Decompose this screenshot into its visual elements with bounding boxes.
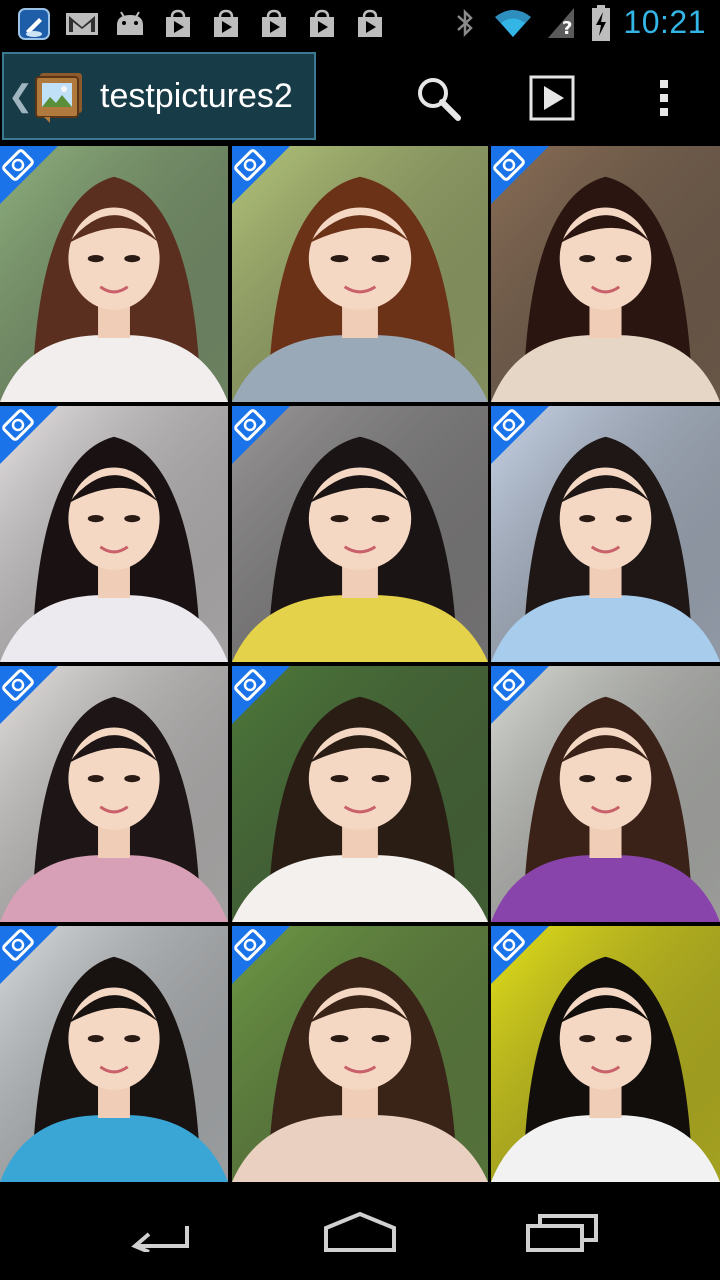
camera-icon xyxy=(491,406,549,464)
up-navigation-button[interactable]: ❮ testpictures2 xyxy=(2,52,316,140)
navigation-bar xyxy=(0,1184,720,1280)
search-icon xyxy=(418,78,461,121)
chevron-left-icon: ❮ xyxy=(8,79,34,113)
camera-icon xyxy=(0,926,58,984)
album-title: testpictures2 xyxy=(100,76,293,115)
recent-apps-icon xyxy=(526,1214,598,1252)
signal-no-sim-icon: ? xyxy=(543,5,579,41)
bluetooth-icon xyxy=(447,5,483,41)
camera-icon xyxy=(491,926,549,984)
android-debug-icon xyxy=(112,6,148,42)
search-button[interactable] xyxy=(412,72,464,124)
recent-apps-button[interactable] xyxy=(522,1204,602,1260)
photo-thumbnail[interactable] xyxy=(491,666,720,922)
camera-icon xyxy=(491,666,549,724)
camera-icon xyxy=(232,146,290,204)
photo-thumbnail[interactable] xyxy=(491,146,720,402)
photo-thumbnail[interactable] xyxy=(0,406,228,662)
photo-grid xyxy=(0,146,720,1184)
gallery-app-icon xyxy=(30,67,88,125)
photo-thumbnail[interactable] xyxy=(232,146,488,402)
play-store-download-icon xyxy=(256,6,292,42)
photo-thumbnail[interactable] xyxy=(491,926,720,1182)
camera-icon xyxy=(232,406,290,464)
camera-icon xyxy=(0,666,58,724)
camera-icon xyxy=(232,666,290,724)
overflow-menu-icon xyxy=(660,80,668,116)
app-launcher-icon xyxy=(16,6,52,42)
photo-thumbnail[interactable] xyxy=(232,666,488,922)
clock: 10:21 xyxy=(623,4,706,40)
camera-icon xyxy=(491,146,549,204)
svg-text:?: ? xyxy=(562,18,572,39)
photo-thumbnail[interactable] xyxy=(0,666,228,922)
play-store-download-icon xyxy=(160,6,196,42)
play-store-download-icon xyxy=(208,6,244,42)
home-button[interactable] xyxy=(320,1204,400,1260)
photo-thumbnail[interactable] xyxy=(0,926,228,1182)
gmail-icon xyxy=(64,6,100,42)
photo-thumbnail[interactable] xyxy=(491,406,720,662)
slideshow-button[interactable] xyxy=(526,72,578,124)
camera-icon xyxy=(0,146,58,204)
camera-icon xyxy=(232,926,290,984)
notification-icons xyxy=(16,6,388,42)
status-bar: ? 10:21 xyxy=(0,0,720,50)
overflow-menu-button[interactable] xyxy=(638,72,690,124)
back-icon xyxy=(131,1226,189,1252)
wifi-icon xyxy=(493,5,533,41)
back-button[interactable] xyxy=(120,1204,200,1260)
home-icon xyxy=(324,1211,396,1252)
photo-thumbnail[interactable] xyxy=(232,926,488,1182)
photo-thumbnail[interactable] xyxy=(232,406,488,662)
system-status-icons: ? 10:21 xyxy=(447,4,706,41)
photo-thumbnail[interactable] xyxy=(0,146,228,402)
camera-icon xyxy=(0,406,58,464)
battery-charging-icon xyxy=(589,4,613,41)
slideshow-play-icon xyxy=(529,75,575,121)
action-bar: ❮ testpictures2 xyxy=(0,50,720,146)
play-store-download-icon xyxy=(352,6,388,42)
play-store-download-icon xyxy=(304,6,340,42)
